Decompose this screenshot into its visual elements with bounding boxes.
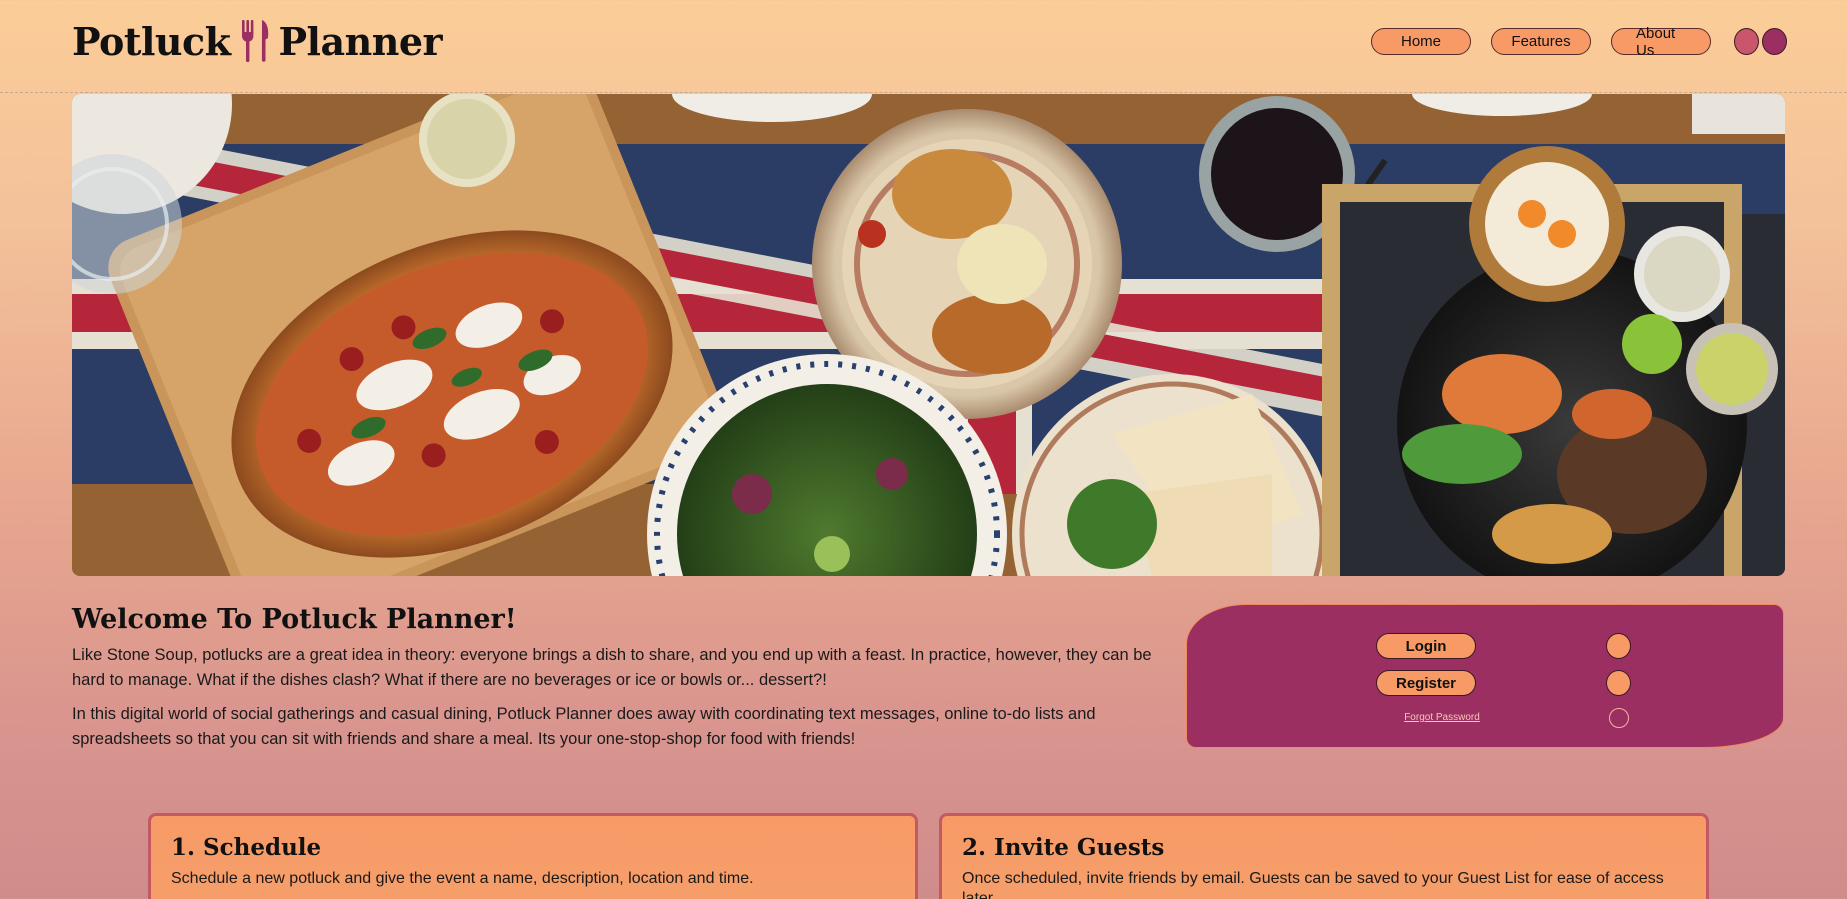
welcome-section: Welcome To Potluck Planner! Like Stone S… xyxy=(72,604,1172,761)
step-description: Schedule a new potluck and give the even… xyxy=(171,870,754,887)
welcome-title: Welcome To Potluck Planner! xyxy=(72,604,517,635)
step-title: 1. Schedule xyxy=(171,834,322,861)
fork-knife-icon xyxy=(240,20,270,62)
step-description: Once scheduled, invite friends by email.… xyxy=(962,870,1664,899)
auth-panel: Login Register Forgot Password xyxy=(1186,604,1784,748)
step-card-invite-guests: 2. Invite Guests Once scheduled, invite … xyxy=(939,813,1709,899)
forgot-password-link[interactable]: Forgot Password xyxy=(1392,712,1492,723)
logo-text-left: Potluck xyxy=(72,18,231,64)
step-title: 2. Invite Guests xyxy=(962,834,1165,861)
login-button[interactable]: Login xyxy=(1376,633,1476,659)
theme-swatches xyxy=(1731,28,1787,55)
site-logo[interactable]: Potluck Planner xyxy=(72,18,443,64)
welcome-paragraph-2: In this digital world of social gatherin… xyxy=(72,705,1096,748)
nav-about-button[interactable]: About Us xyxy=(1611,25,1711,59)
login-indicator-dot xyxy=(1606,633,1631,659)
theme-swatch-plum[interactable] xyxy=(1762,28,1787,55)
step-card-schedule: 1. Schedule Schedule a new potluck and g… xyxy=(148,813,918,899)
hero-image xyxy=(72,94,1785,576)
logo-text-right: Planner xyxy=(278,18,443,64)
register-button[interactable]: Register xyxy=(1376,670,1476,696)
nav-features-button[interactable]: Features xyxy=(1491,28,1591,55)
main-nav: Home Features About Us xyxy=(1351,25,1787,59)
theme-swatch-rose[interactable] xyxy=(1734,28,1759,55)
site-header: Potluck Planner Home Features About Us xyxy=(0,0,1847,93)
forgot-indicator-ring xyxy=(1609,708,1629,728)
welcome-paragraph-1: Like Stone Soup, potlucks are a great id… xyxy=(72,646,1152,689)
register-indicator-dot xyxy=(1606,670,1631,696)
nav-home-button[interactable]: Home xyxy=(1371,28,1471,55)
